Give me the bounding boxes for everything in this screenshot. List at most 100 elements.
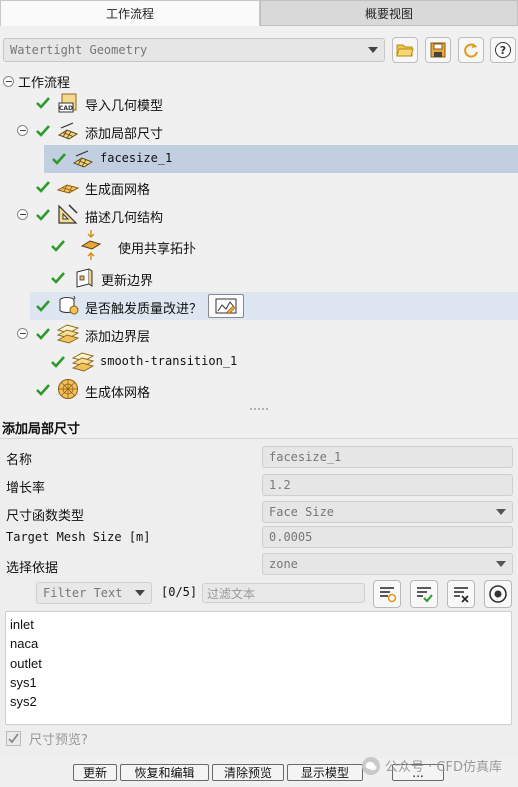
tree-item-label: 生成面网格 (85, 183, 151, 198)
quality-icon (59, 295, 79, 315)
tree-item-facesize-1[interactable]: facesize_1 (44, 145, 518, 173)
geometry-describe-icon (58, 204, 78, 224)
deselect-all-button[interactable] (447, 580, 475, 608)
save-icon (430, 42, 446, 58)
workflow-type-value: Watertight Geometry (10, 43, 148, 57)
target-select-button[interactable] (484, 580, 512, 608)
collapse-icon[interactable] (17, 125, 28, 136)
list-item[interactable]: sys1 (10, 673, 507, 692)
tree-item-shared-topology[interactable]: 使用共享拓扑 (0, 230, 518, 260)
clear-preview-button[interactable]: 清除预览 (212, 764, 284, 781)
surface-mesh-icon (57, 184, 79, 194)
check-icon (36, 384, 50, 396)
check-icon (36, 328, 50, 340)
chevron-down-icon (496, 509, 506, 515)
tab-bar: 工作流程 概要视图 (0, 0, 518, 26)
collapse-icon[interactable] (17, 209, 28, 220)
svg-text:?: ? (500, 44, 506, 57)
field-label-target-mesh-size: Target Mesh Size [m] (6, 530, 151, 544)
help-button[interactable]: ? (490, 37, 516, 63)
size-preview-option[interactable]: 尺寸预览? (6, 729, 88, 748)
tree-item-add-local-sizing[interactable]: 添加局部尺寸 (0, 117, 518, 145)
list-filter-icon (380, 587, 397, 603)
filter-type-dropdown[interactable]: Filter Text (36, 582, 152, 604)
selection-count: [0/5] (161, 585, 198, 599)
watermark-text: 公众号 · CFD仿真库 (385, 760, 502, 775)
field-label-name: 名称 (6, 453, 33, 468)
volume-mesh-icon (58, 379, 78, 399)
list-item[interactable]: outlet (10, 654, 507, 673)
select-by-dropdown[interactable]: zone (262, 553, 513, 575)
target-icon (489, 585, 507, 603)
check-icon (51, 272, 65, 284)
list-item[interactable]: sys2 (10, 692, 507, 711)
revert-edit-button[interactable]: 恢复和编辑 (120, 764, 209, 781)
workflow-tree: 工作流程 CAD 导入几何模型 添加局部尺寸 facesize_1 生成面网格 … (0, 68, 518, 408)
tree-item-label: 是否触发质量改进？ (85, 302, 203, 317)
mesh-size-icon (57, 122, 79, 140)
workflow-type-dropdown[interactable]: Watertight Geometry (3, 38, 385, 62)
collapse-icon[interactable] (3, 76, 14, 87)
tree-item-quality-improvement[interactable]: 是否触发质量改进？ (30, 292, 518, 320)
tree-item-label: 更新边界 (101, 274, 154, 289)
field-label-size-function-type: 尺寸函数类型 (6, 509, 85, 524)
filter-list-button[interactable] (373, 580, 401, 608)
filter-type-value: Filter Text (43, 586, 123, 600)
list-item[interactable]: inlet (10, 615, 507, 634)
tab-workflow[interactable]: 工作流程 (0, 0, 260, 26)
boundary-layer-icon (72, 352, 94, 372)
collapse-icon[interactable] (17, 328, 28, 339)
tab-outline-view[interactable]: 概要视图 (260, 0, 518, 26)
tree-item-add-boundary-layer[interactable]: 添加边界层 (0, 320, 518, 348)
size-preview-label: 尺寸预览? (29, 733, 88, 748)
refresh-button[interactable] (458, 37, 484, 63)
name-field[interactable]: facesize_1 (262, 446, 513, 468)
tree-item-generate-volume-mesh[interactable]: 生成体网格 (0, 376, 518, 404)
name-value: facesize_1 (269, 450, 342, 464)
check-icon (36, 181, 50, 193)
show-model-button[interactable]: 显示模型 (287, 764, 363, 781)
tree-item-generate-surface-mesh[interactable]: 生成面网格 (0, 173, 518, 201)
tree-item-label: 添加局部尺寸 (85, 127, 164, 142)
tree-item-update-boundaries[interactable]: 更新边界 (0, 264, 518, 292)
svg-text:CAD: CAD (59, 105, 73, 112)
save-button[interactable] (425, 37, 451, 63)
size-function-type-value: Face Size (269, 505, 335, 519)
quality-chart-button[interactable] (208, 294, 244, 318)
tree-item-describe-geometry[interactable]: 描述几何结构 (0, 201, 518, 229)
tree-item-label: smooth-transition_1 (100, 354, 238, 368)
check-icon (51, 356, 65, 368)
boundary-layer-icon (57, 324, 79, 344)
update-button[interactable]: 更新 (73, 764, 117, 781)
tree-item-smooth-transition-1[interactable]: smooth-transition_1 (0, 348, 518, 376)
shared-topology-icon (80, 230, 102, 260)
size-function-type-dropdown[interactable]: Face Size (262, 501, 513, 523)
open-folder-icon (396, 44, 414, 57)
tree-item-label: 使用共享拓扑 (118, 242, 197, 257)
check-icon (52, 153, 66, 165)
filter-text-input[interactable]: 过滤文本 (202, 583, 365, 603)
tree-item-import-geometry[interactable]: CAD 导入几何模型 (0, 89, 518, 117)
size-preview-checkbox[interactable] (6, 731, 21, 746)
select-all-button[interactable] (410, 580, 438, 608)
field-label-growth-rate: 增长率 (6, 481, 46, 496)
growth-rate-field[interactable]: 1.2 (262, 474, 513, 496)
properties-title: 添加局部尺寸 (2, 422, 81, 437)
tree-item-label: facesize_1 (100, 151, 173, 165)
open-folder-button[interactable] (392, 37, 418, 63)
check-icon (51, 240, 65, 252)
tree-item-label: 描述几何结构 (85, 211, 164, 226)
zone-list[interactable]: inlet naca outlet sys1 sys2 (5, 611, 512, 725)
tree-item-label: 导入几何模型 (85, 99, 164, 114)
cad-import-icon: CAD (58, 93, 77, 113)
check-icon (36, 300, 50, 312)
wechat-icon (362, 756, 380, 775)
target-mesh-size-value: 0.0005 (269, 530, 313, 544)
check-icon (36, 97, 50, 109)
chevron-down-icon (135, 590, 145, 596)
target-mesh-size-field[interactable]: 0.0005 (262, 526, 513, 548)
list-item[interactable]: naca (10, 634, 507, 653)
select-by-value: zone (269, 557, 298, 571)
list-clear-icon (454, 587, 469, 603)
splitter-handle[interactable] (250, 408, 268, 412)
